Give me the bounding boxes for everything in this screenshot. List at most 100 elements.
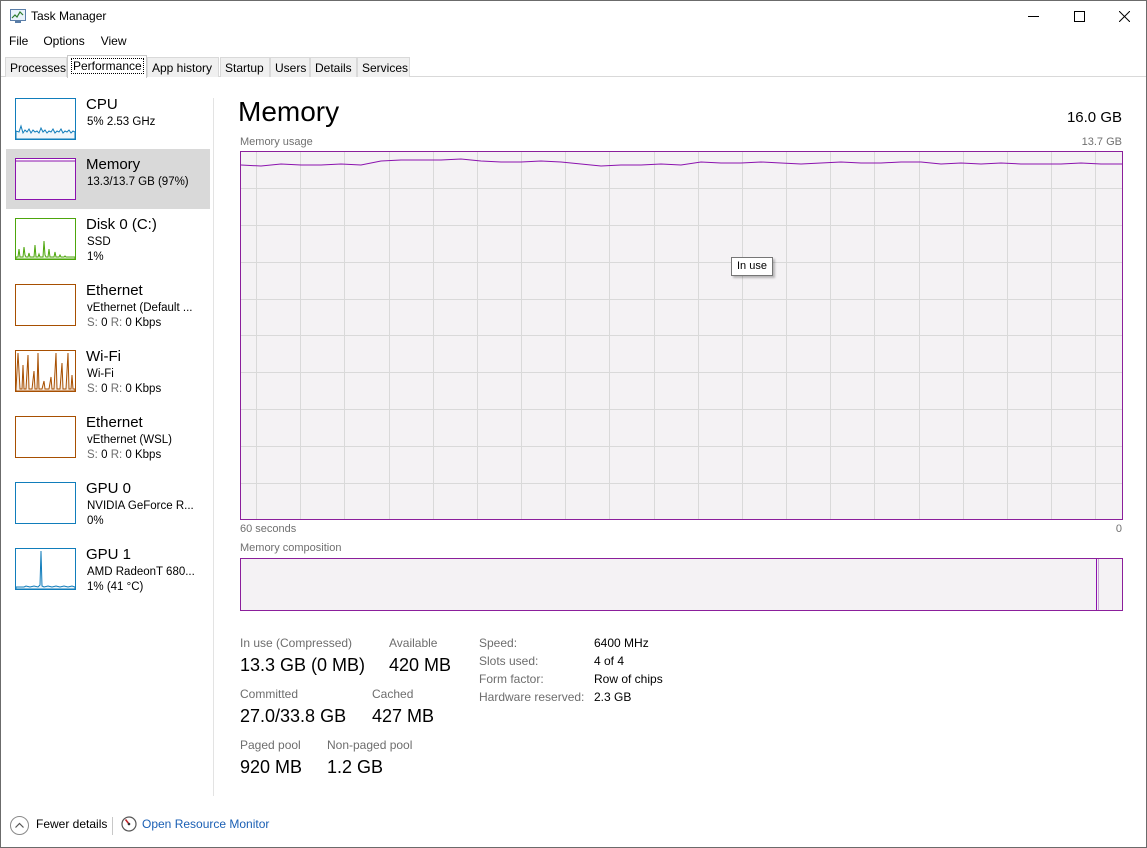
- receive-label: R:: [110, 383, 123, 395]
- send-label: S:: [87, 383, 98, 395]
- speed-label: Speed:: [479, 636, 518, 650]
- minimize-button[interactable]: [1010, 1, 1056, 31]
- menu-bar: File Options View: [1, 32, 135, 52]
- sidebar-item-title: Memory: [86, 156, 141, 173]
- sidebar-item-gpu0[interactable]: GPU 0 NVIDIA GeForce R... 0%: [6, 473, 210, 533]
- graph-time-end: 0: [1115, 523, 1122, 535]
- sidebar-item-detail: vEthernet (WSL): [87, 434, 172, 446]
- sidebar-item-title: Wi-Fi: [86, 348, 121, 365]
- hardware-reserved-value: 2.3 GB: [594, 690, 632, 704]
- sidebar-item-ethernet-wsl[interactable]: Ethernet vEthernet (WSL) S: 0 R: 0 Kbps: [6, 407, 210, 467]
- tab-users[interactable]: Users: [270, 57, 310, 77]
- memory-composition-bar[interactable]: [240, 558, 1123, 611]
- gpu-graph-icon: [15, 548, 76, 590]
- send-value: 0: [101, 317, 108, 329]
- sidebar-item-title: Disk 0 (C:): [86, 216, 157, 233]
- sidebar-divider: [213, 98, 214, 796]
- memory-usage-graph[interactable]: [240, 151, 1123, 520]
- tab-services[interactable]: Services: [357, 57, 410, 77]
- committed-value: 27.0/33.8 GB: [240, 706, 347, 726]
- sidebar-item-throughput: S: 0 R: 0 Kbps: [87, 449, 161, 461]
- tab-performance[interactable]: Performance: [67, 55, 147, 78]
- open-resource-monitor-link[interactable]: Open Resource Monitor: [142, 817, 269, 831]
- maximize-button[interactable]: [1056, 1, 1102, 31]
- sidebar-item-title: GPU 0: [86, 480, 132, 497]
- graph-time-start: 60 seconds: [240, 523, 297, 535]
- wifi-graph-icon: [15, 350, 76, 392]
- sidebar-item-ethernet-default[interactable]: Ethernet vEthernet (Default ... S: 0 R: …: [6, 275, 210, 335]
- menu-file[interactable]: File: [9, 32, 28, 52]
- slots-value: 4 of 4: [594, 654, 625, 668]
- sidebar-item-detail: Wi-Fi: [87, 368, 114, 380]
- memory-usage-label: Memory usage: [240, 136, 313, 148]
- maximize-icon: [1073, 10, 1085, 22]
- non-paged-pool-value: 1.2 GB: [327, 757, 384, 777]
- speed-value: 6400 MHz: [594, 636, 649, 650]
- receive-value: 0 Kbps: [125, 449, 162, 461]
- in-use-label: In use (Compressed): [240, 636, 353, 650]
- form-factor-value: Row of chips: [594, 672, 663, 686]
- receive-value: 0 Kbps: [125, 317, 162, 329]
- sidebar-item-detail-2: 1%: [87, 251, 104, 263]
- tab-startup[interactable]: Startup: [220, 57, 270, 77]
- cached-value: 427 MB: [372, 706, 435, 726]
- send-value: 0: [101, 383, 108, 395]
- in-use-tooltip: In use: [731, 257, 773, 276]
- total-memory: 16.0 GB: [1066, 109, 1122, 126]
- title-bar[interactable]: Task Manager: [1, 1, 1146, 31]
- disk-graph-icon: [15, 218, 76, 260]
- sidebar-item-title: CPU: [86, 96, 118, 113]
- footer-divider: [112, 817, 113, 835]
- available-value: 420 MB: [389, 655, 452, 675]
- page-title: Memory: [238, 96, 340, 127]
- slots-label: Slots used:: [479, 654, 539, 668]
- send-label: S:: [87, 317, 98, 329]
- sidebar-item-throughput: S: 0 R: 0 Kbps: [87, 317, 161, 329]
- memory-composition-label: Memory composition: [240, 542, 342, 554]
- paged-pool-value: 920 MB: [240, 757, 303, 777]
- receive-label: R:: [110, 449, 123, 461]
- tab-bar: Processes Performance App history Startu…: [1, 55, 1146, 78]
- composition-in-use-edge: [1096, 559, 1097, 610]
- gpu-graph-icon: [15, 482, 76, 524]
- sidebar-item-wifi[interactable]: Wi-Fi Wi-Fi S: 0 R: 0 Kbps: [6, 341, 210, 401]
- menu-options[interactable]: Options: [43, 32, 84, 52]
- receive-label: R:: [110, 317, 123, 329]
- cpu-graph-icon: [15, 98, 76, 140]
- sidebar-item-detail-2: 1% (41 °C): [87, 581, 144, 593]
- sidebar-item-gpu1[interactable]: GPU 1 AMD RadeonT 680... 1% (41 °C): [6, 539, 210, 599]
- tab-details[interactable]: Details: [310, 57, 357, 77]
- receive-value: 0 Kbps: [125, 383, 162, 395]
- sidebar-item-throughput: S: 0 R: 0 Kbps: [87, 383, 161, 395]
- task-manager-window: Task Manager File Options View Processes…: [0, 0, 1147, 848]
- close-icon: [1118, 10, 1130, 22]
- memory-usage-max: 13.7 GB: [1081, 136, 1122, 148]
- hardware-reserved-label: Hardware reserved:: [479, 690, 585, 704]
- ethernet-graph-icon: [15, 416, 76, 458]
- chevron-up-icon[interactable]: [10, 816, 29, 835]
- composition-standby-edge: [1098, 559, 1099, 610]
- ethernet-graph-icon: [15, 284, 76, 326]
- close-button[interactable]: [1101, 1, 1147, 31]
- sidebar-item-title: Ethernet: [86, 414, 143, 431]
- sidebar-item-detail: SSD: [87, 236, 111, 248]
- task-manager-icon: [10, 9, 26, 23]
- resource-sidebar: CPU 5% 2.53 GHz Memory 13.3/13.7 GB (97%…: [6, 89, 211, 799]
- sidebar-item-cpu[interactable]: CPU 5% 2.53 GHz: [6, 89, 210, 149]
- sidebar-item-detail: NVIDIA GeForce R...: [87, 500, 194, 512]
- sidebar-item-disk[interactable]: Disk 0 (C:) SSD 1%: [6, 209, 210, 269]
- menu-view[interactable]: View: [101, 32, 127, 52]
- tab-app-history[interactable]: App history: [147, 57, 219, 77]
- send-value: 0: [101, 449, 108, 461]
- available-label: Available: [389, 636, 438, 650]
- sidebar-item-detail: 5% 2.53 GHz: [87, 116, 156, 128]
- resource-monitor-icon: [121, 816, 137, 832]
- sidebar-item-detail-2: 0%: [87, 515, 104, 527]
- form-factor-label: Form factor:: [479, 672, 544, 686]
- sidebar-item-memory[interactable]: Memory 13.3/13.7 GB (97%): [6, 149, 210, 209]
- fewer-details-button[interactable]: Fewer details: [36, 817, 107, 831]
- window-title: Task Manager: [31, 9, 107, 23]
- tab-processes[interactable]: Processes: [5, 57, 67, 77]
- committed-label: Committed: [240, 687, 299, 701]
- cached-label: Cached: [372, 687, 414, 701]
